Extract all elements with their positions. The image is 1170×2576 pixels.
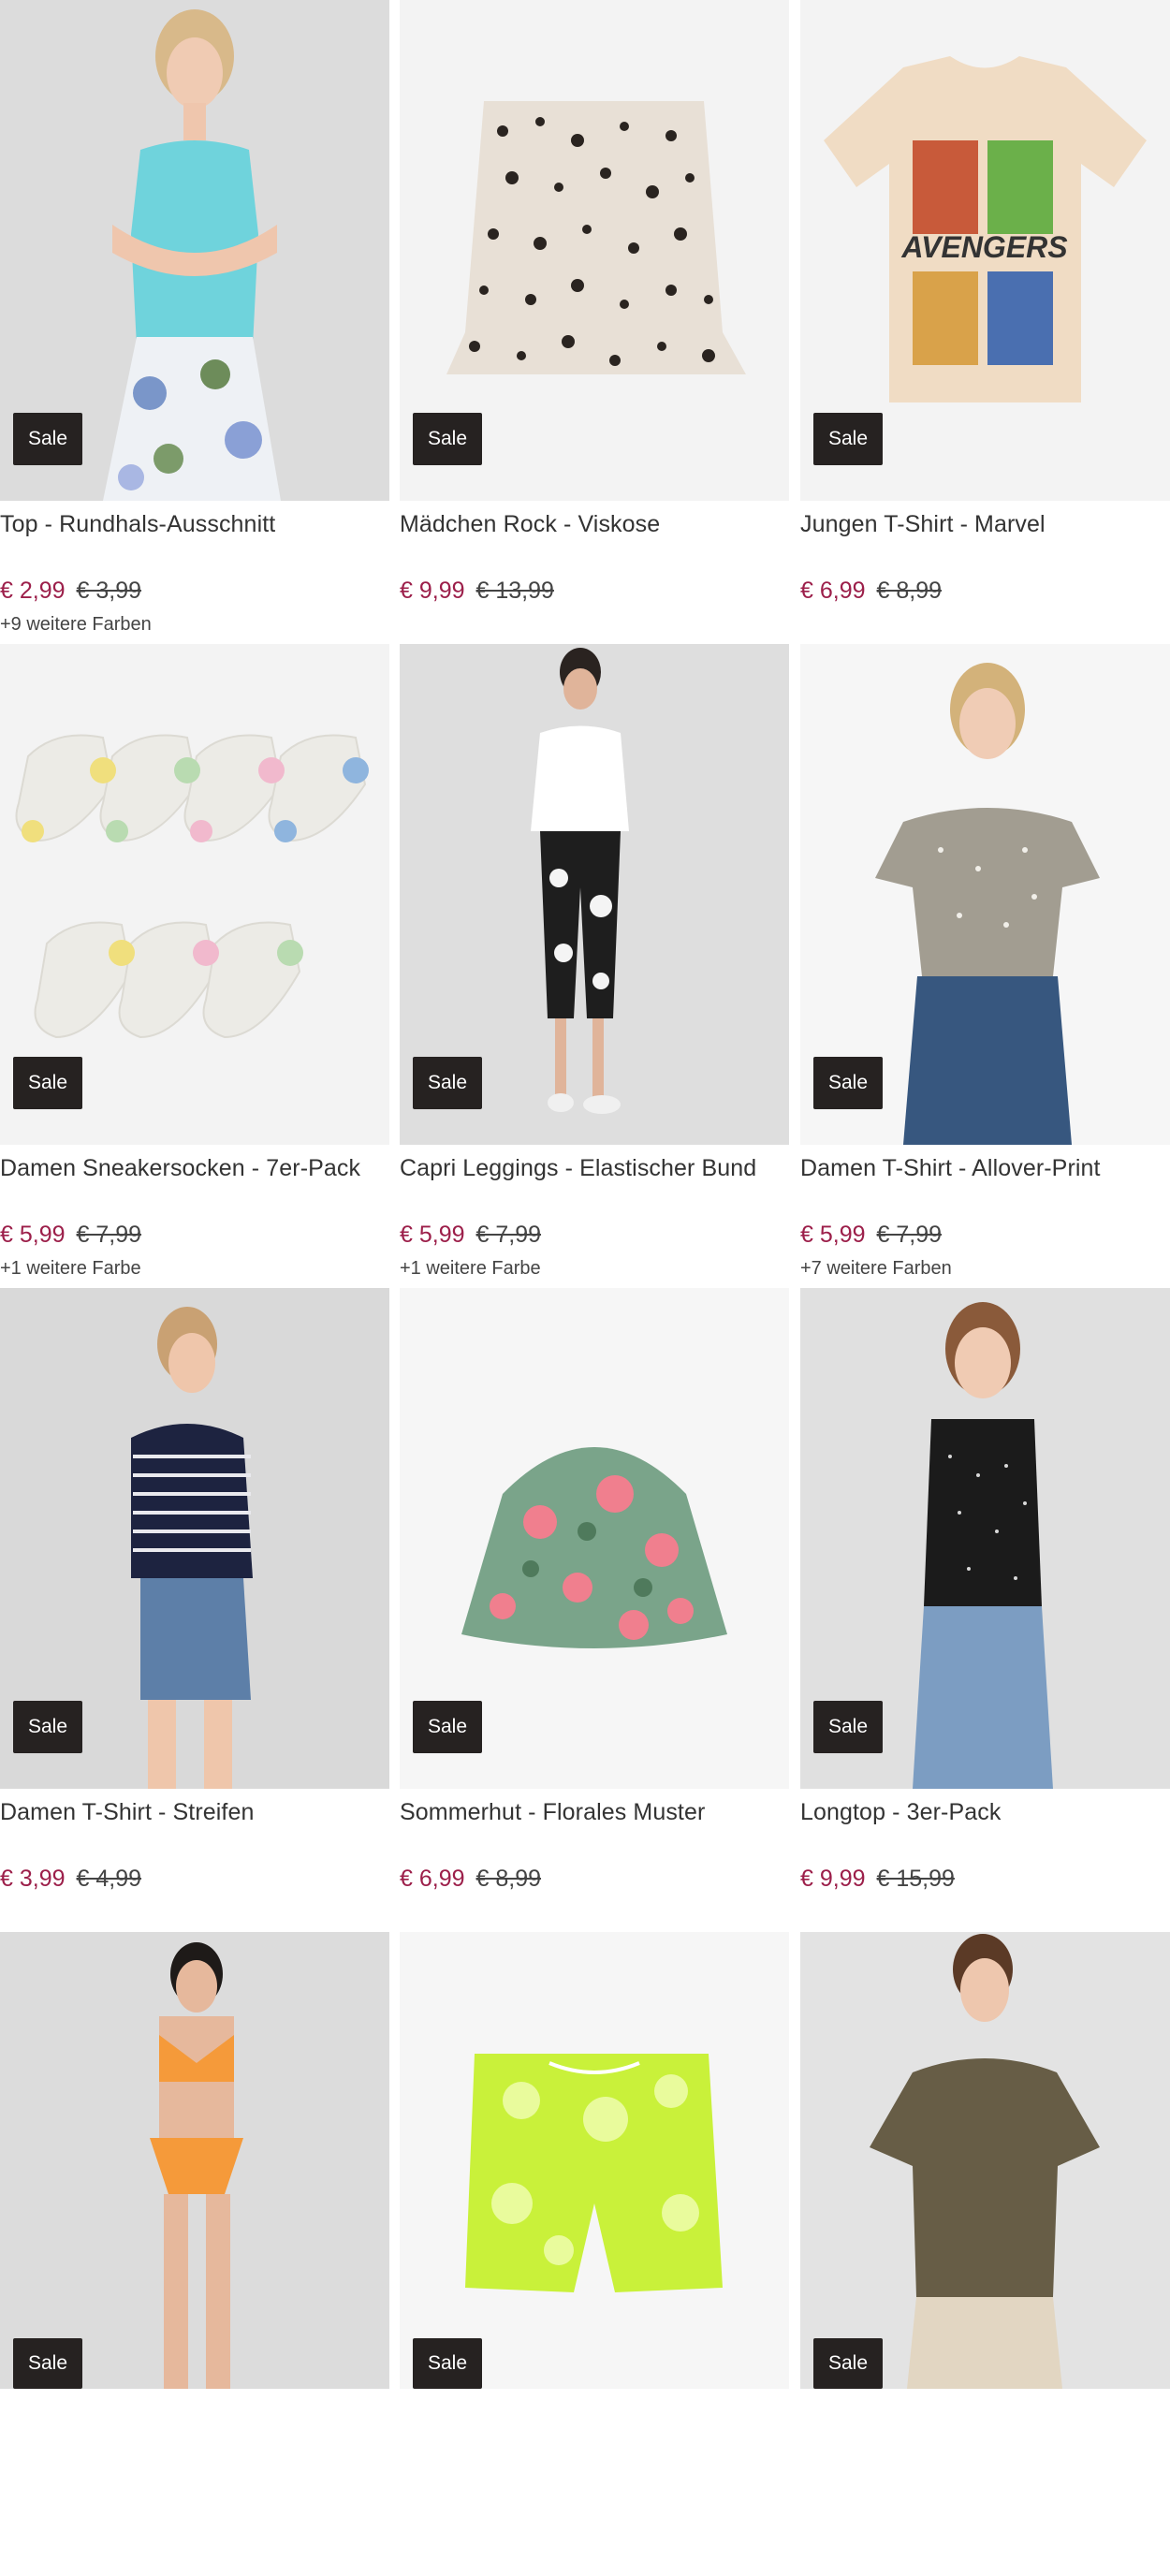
- product-title[interactable]: Mädchen Rock - Viskose: [400, 511, 660, 538]
- product-grid: Sale Top - Rundhals-Ausschnitt € 2,99 € 3…: [0, 0, 1170, 2389]
- product-price: € 9,99 € 15,99: [800, 1866, 955, 1893]
- sale-badge: Sale: [813, 2338, 884, 2389]
- sale-badge: Sale: [813, 1701, 884, 1753]
- product-image[interactable]: Sale: [400, 1288, 789, 1789]
- current-price: € 5,99: [400, 1222, 465, 1248]
- current-price: € 5,99: [800, 1222, 866, 1248]
- sale-badge: Sale: [13, 413, 83, 465]
- product-card[interactable]: Sale: [400, 1932, 789, 2576]
- current-price: € 5,99: [0, 1222, 66, 1248]
- sale-badge: Sale: [413, 2338, 483, 2389]
- product-image[interactable]: Sale: [400, 644, 789, 1145]
- current-price: € 6,99: [400, 1866, 465, 1892]
- color-variants[interactable]: +1 weitere Farbe: [400, 1258, 541, 1280]
- product-card[interactable]: Sale Mädchen Rock - Viskose € 9,99 € 13,9…: [400, 0, 789, 644]
- product-price: € 5,99 € 7,99: [400, 1222, 541, 1249]
- product-price: € 5,99 € 7,99: [800, 1222, 942, 1249]
- sale-badge: Sale: [413, 1701, 483, 1753]
- product-title[interactable]: Longtop - 3er-Pack: [800, 1799, 1001, 1826]
- original-price: € 7,99: [876, 1222, 943, 1248]
- color-variants[interactable]: +9 weitere Farben: [0, 614, 152, 636]
- current-price: € 2,99: [0, 578, 66, 604]
- model-photo: [0, 1932, 389, 2389]
- product-title[interactable]: Sommerhut - Florales Muster: [400, 1799, 705, 1826]
- product-price: € 9,99 € 13,99: [400, 578, 554, 605]
- model-photo: [800, 1932, 1170, 2389]
- product-image[interactable]: Sale: [800, 644, 1170, 1145]
- sale-badge: Sale: [413, 413, 483, 465]
- product-image[interactable]: Sale: [400, 0, 789, 501]
- original-price: € 13,99: [475, 578, 554, 604]
- product-image[interactable]: Sale: [400, 1932, 789, 2389]
- color-variants[interactable]: +1 weitere Farbe: [0, 1258, 141, 1280]
- product-price: € 6,99 € 8,99: [800, 578, 942, 605]
- product-image[interactable]: Sale: [800, 1932, 1170, 2389]
- product-price: € 5,99 € 7,99: [0, 1222, 141, 1249]
- product-card[interactable]: Sale Capri Leggings - Elastischer Bund €…: [400, 644, 789, 1288]
- product-card[interactable]: Sale Damen T-Shirt - Allover-Print € 5,9…: [800, 644, 1170, 1288]
- product-title[interactable]: Capri Leggings - Elastischer Bund: [400, 1155, 756, 1182]
- sale-badge: Sale: [413, 1057, 483, 1109]
- product-image[interactable]: Sale: [800, 1288, 1170, 1789]
- current-price: € 6,99: [800, 578, 866, 604]
- original-price: € 8,99: [475, 1866, 542, 1892]
- original-price: € 15,99: [876, 1866, 955, 1892]
- current-price: € 3,99: [0, 1866, 66, 1892]
- product-price: € 6,99 € 8,99: [400, 1866, 541, 1893]
- product-card[interactable]: Sale: [800, 1932, 1170, 2576]
- product-title[interactable]: Top - Rundhals-Ausschnitt: [0, 511, 275, 538]
- product-title[interactable]: Jungen T-Shirt - Marvel: [800, 511, 1046, 538]
- product-price: € 3,99 € 4,99: [0, 1866, 141, 1893]
- original-price: € 3,99: [76, 578, 142, 604]
- product-title[interactable]: Damen T-Shirt - Allover-Print: [800, 1155, 1101, 1182]
- original-price: € 7,99: [76, 1222, 142, 1248]
- product-image[interactable]: Sale: [0, 1288, 389, 1789]
- product-image[interactable]: Sale: [0, 644, 389, 1145]
- color-variants[interactable]: +7 weitere Farben: [800, 1258, 952, 1280]
- product-image[interactable]: AVENGERS Sale: [800, 0, 1170, 501]
- sale-badge: Sale: [13, 1057, 83, 1109]
- sale-badge: Sale: [13, 1701, 83, 1753]
- sale-badge: Sale: [13, 2338, 83, 2389]
- sale-badge: Sale: [813, 1057, 884, 1109]
- current-price: € 9,99: [800, 1866, 866, 1892]
- shorts-photo: [400, 1932, 789, 2389]
- product-card[interactable]: Sale Longtop - 3er-Pack € 9,99 € 15,99: [800, 1288, 1170, 1932]
- product-card[interactable]: Sale Damen T-Shirt - Streifen € 3,99 € 4,…: [0, 1288, 389, 1932]
- current-price: € 9,99: [400, 578, 465, 604]
- original-price: € 8,99: [876, 578, 943, 604]
- print-text: AVENGERS: [900, 230, 1068, 264]
- product-card[interactable]: Sale Sommerhut - Florales Muster € 6,99 €…: [400, 1288, 789, 1932]
- product-image[interactable]: Sale: [0, 0, 389, 501]
- original-price: € 7,99: [475, 1222, 542, 1248]
- product-card[interactable]: AVENGERS Sale Jungen T-Shirt - Marvel € …: [800, 0, 1170, 644]
- product-card[interactable]: Sale Top - Rundhals-Ausschnitt € 2,99 € 3…: [0, 0, 389, 644]
- original-price: € 4,99: [76, 1866, 142, 1892]
- product-card[interactable]: Sale Damen Sneakersocken - 7er-Pack € 5,…: [0, 644, 389, 1288]
- product-image[interactable]: Sale: [0, 1932, 389, 2389]
- product-card[interactable]: Sale: [0, 1932, 389, 2576]
- product-price: € 2,99 € 3,99: [0, 578, 141, 605]
- product-title[interactable]: Damen Sneakersocken - 7er-Pack: [0, 1155, 360, 1182]
- sale-badge: Sale: [813, 413, 884, 465]
- product-title[interactable]: Damen T-Shirt - Streifen: [0, 1799, 254, 1826]
